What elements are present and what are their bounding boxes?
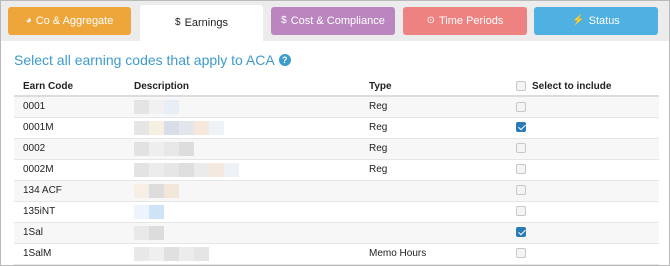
table-row: 1Sal: [14, 222, 659, 244]
table-row: 0001M Reg: [14, 117, 659, 139]
col-type: Type: [360, 77, 507, 97]
tab-bar: ◕ Co & Aggregate $ Earnings $ Cost & Com…: [1, 1, 669, 41]
redacted-description: [134, 225, 360, 240]
earn-code-cell: 0001: [14, 96, 125, 118]
description-cell: [125, 159, 360, 181]
select-cell: [507, 96, 659, 118]
tab-cost-compliance[interactable]: $ Cost & Compliance: [271, 7, 395, 35]
table-row: 134 ACF: [14, 180, 659, 202]
redacted-description: [134, 99, 360, 114]
description-cell: [125, 96, 360, 118]
col-earn-code: Earn Code: [14, 77, 125, 97]
select-cell: [507, 180, 659, 202]
tab-label: Time Periods: [439, 15, 504, 27]
earn-code-cell: 1SalM: [14, 243, 125, 265]
earn-code-cell: 0001M: [14, 117, 125, 139]
description-cell: [125, 222, 360, 244]
tab-status[interactable]: ⚡ Status: [534, 7, 658, 35]
redacted-description: [134, 120, 360, 135]
description-cell: [125, 201, 360, 223]
clock-icon: ⊙: [426, 15, 435, 26]
type-cell: Reg: [360, 117, 507, 139]
earn-code-table: Earn Code Description Type Select to inc…: [14, 77, 659, 265]
table-header-row: Earn Code Description Type Select to inc…: [14, 77, 659, 97]
select-cell: [507, 159, 659, 181]
col-description: Description: [125, 77, 360, 97]
earn-code-cell: 0002: [14, 138, 125, 160]
bolt-icon: ⚡: [572, 15, 585, 26]
pie-chart-icon: ◕: [25, 15, 32, 26]
help-icon[interactable]: ?: [278, 54, 291, 66]
include-checkbox[interactable]: [516, 101, 526, 112]
select-cell: [507, 201, 659, 223]
col-select-label: Select to include: [532, 80, 612, 92]
dollar-icon: $: [175, 17, 181, 28]
table-row: 0001 Reg: [14, 96, 659, 118]
description-cell: [125, 243, 360, 265]
table-row: 135iNT: [14, 201, 659, 223]
heading-text: Select all earning codes that apply to A…: [14, 52, 275, 68]
description-cell: [125, 138, 360, 160]
redacted-description: [134, 246, 360, 261]
select-cell: [507, 117, 659, 139]
tab-label: Co & Aggregate: [35, 15, 114, 27]
include-checkbox[interactable]: [516, 122, 526, 133]
earnings-panel: ◕ Co & Aggregate $ Earnings $ Cost & Com…: [0, 0, 670, 266]
earn-code-cell: 0002M: [14, 159, 125, 181]
select-all-checkbox[interactable]: [516, 81, 526, 91]
dollar-icon: $: [281, 15, 287, 26]
tab-label: Earnings: [184, 17, 228, 29]
redacted-description: [134, 162, 360, 177]
type-cell: Reg: [360, 138, 507, 160]
include-checkbox[interactable]: [516, 227, 526, 238]
tab-label: Cost & Compliance: [290, 15, 385, 27]
type-cell: [360, 180, 507, 202]
select-cell: [507, 138, 659, 160]
include-checkbox[interactable]: [516, 143, 526, 154]
earn-code-cell: 135iNT: [14, 201, 125, 223]
tab-earnings[interactable]: $ Earnings: [140, 5, 263, 41]
include-checkbox[interactable]: [516, 206, 526, 217]
col-select: Select to include: [507, 77, 659, 97]
type-cell: Reg: [360, 159, 507, 181]
tab-co-aggregate[interactable]: ◕ Co & Aggregate: [8, 7, 131, 35]
select-cell: [507, 222, 659, 244]
section-heading: Select all earning codes that apply to A…: [14, 52, 291, 68]
table-row: 1SalM Memo Hours: [14, 243, 659, 265]
include-checkbox[interactable]: [516, 248, 526, 259]
type-cell: [360, 201, 507, 223]
earn-code-cell: 1Sal: [14, 222, 125, 244]
tab-time-periods[interactable]: ⊙ Time Periods: [403, 7, 527, 35]
tab-label: Status: [588, 15, 620, 27]
table-row: 0002M Reg: [14, 159, 659, 181]
type-cell: Reg: [360, 96, 507, 118]
table-row: 0002 Reg: [14, 138, 659, 160]
type-cell: Memo Hours: [360, 243, 507, 265]
redacted-description: [134, 141, 360, 156]
include-checkbox[interactable]: [516, 185, 526, 196]
include-checkbox[interactable]: [516, 164, 526, 175]
description-cell: [125, 180, 360, 202]
redacted-description: [134, 183, 360, 198]
description-cell: [125, 117, 360, 139]
redacted-description: [134, 204, 360, 219]
earn-code-cell: 134 ACF: [14, 180, 125, 202]
select-cell: [507, 243, 659, 265]
type-cell: [360, 222, 507, 244]
